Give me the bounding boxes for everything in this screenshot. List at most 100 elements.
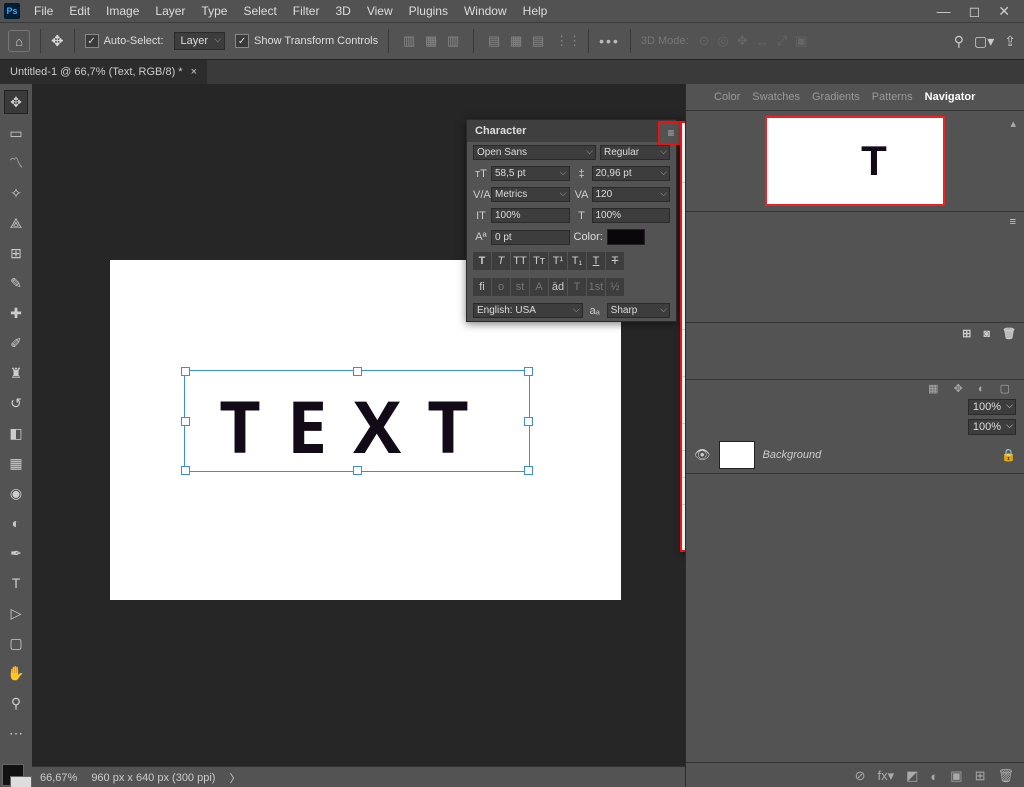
- character-panel[interactable]: Character» Open Sans Regular тT58,5 pt ‡…: [466, 119, 677, 322]
- titling-button[interactable]: T: [568, 278, 586, 296]
- zoom-tool[interactable]: ⚲: [5, 692, 27, 714]
- path-select-tool[interactable]: ▷: [5, 602, 27, 624]
- close-tab-icon[interactable]: ×: [191, 66, 197, 78]
- status-chevron-icon[interactable]: 〉: [229, 770, 240, 786]
- fractions-button[interactable]: ½: [606, 278, 624, 296]
- navigator-preview[interactable]: T ▴: [686, 111, 1024, 212]
- shape-tool[interactable]: ▢: [5, 632, 27, 654]
- background-color[interactable]: [10, 776, 32, 787]
- kerning-input[interactable]: Metrics: [491, 187, 570, 202]
- align-left-icon[interactable]: ▥: [399, 31, 419, 51]
- menu-item-superscript[interactable]: Superscript: [682, 286, 685, 306]
- new-layer-icon[interactable]: ⊞: [975, 768, 986, 784]
- marquee-tool[interactable]: ▭: [5, 122, 27, 144]
- layer-thumbnail[interactable]: [719, 441, 755, 469]
- show-transform-checkbox[interactable]: ✓Show Transform Controls: [235, 34, 378, 48]
- font-size-input[interactable]: 58,5 pt: [491, 166, 570, 181]
- workspace-icon[interactable]: ▢▾: [974, 33, 994, 50]
- lock-icon[interactable]: 🔒: [1001, 448, 1016, 462]
- antialiasing-select[interactable]: Sharp: [607, 303, 670, 318]
- 3d-pan-icon[interactable]: ✥: [737, 33, 748, 49]
- menu-select[interactable]: Select: [235, 4, 284, 18]
- window-close-icon[interactable]: ✕: [998, 3, 1010, 20]
- handle-top-right[interactable]: [524, 367, 533, 376]
- discretionary-lig-button[interactable]: st: [511, 278, 529, 296]
- align-vcenter-icon[interactable]: ▦: [506, 31, 526, 51]
- faux-italic-button[interactable]: T: [492, 252, 510, 270]
- trash-icon[interactable]: 🗑: [1002, 327, 1016, 340]
- auto-select-target[interactable]: Layer: [174, 32, 226, 50]
- leading-input[interactable]: 20,96 pt: [592, 166, 671, 181]
- menu-view[interactable]: View: [359, 4, 401, 18]
- menu-edit[interactable]: Edit: [61, 4, 98, 18]
- layer-mask-icon[interactable]: ◩: [906, 768, 918, 784]
- stylistic-alt-button[interactable]: ād: [549, 278, 567, 296]
- menu-item-change-text-orientation[interactable]: Change Text Orientation: [682, 125, 685, 145]
- layer-row-background[interactable]: 👁 Background 🔒: [686, 437, 1024, 473]
- 3d-orbit-icon[interactable]: ⊙: [699, 33, 710, 49]
- menu-item-strikethrough[interactable]: Strikethrough: [682, 353, 685, 373]
- move-tool[interactable]: ✥: [4, 90, 28, 114]
- canvas-area[interactable]: TEXT Character» Open Sans Regular тT58,5…: [32, 84, 685, 787]
- menu-item-subscript[interactable]: Subscript: [682, 306, 685, 326]
- eyedropper-tool[interactable]: ✎: [5, 272, 27, 294]
- language-select[interactable]: English: USA: [473, 303, 583, 318]
- triangle-icon[interactable]: ▴: [1010, 117, 1016, 130]
- visibility-icon[interactable]: 👁: [694, 447, 711, 463]
- menu-type[interactable]: Type: [193, 4, 235, 18]
- tab-navigator[interactable]: Navigator: [925, 91, 976, 103]
- camera-icon[interactable]: ◙: [983, 328, 990, 340]
- menu-filter[interactable]: Filter: [285, 4, 328, 18]
- menu-item-system-layout[interactable]: System Layout: [682, 400, 685, 420]
- menu-item-underline[interactable]: Underline: [682, 333, 685, 353]
- vscale-input[interactable]: 100%: [491, 208, 570, 223]
- layer-style-icon[interactable]: fx▾: [877, 768, 894, 784]
- menu-help[interactable]: Help: [515, 4, 556, 18]
- menu-item-close[interactable]: Close: [682, 508, 685, 528]
- font-style-select[interactable]: Regular: [600, 145, 670, 160]
- more-options-icon[interactable]: •••: [599, 33, 620, 49]
- menu-item-small-caps[interactable]: Small Caps: [682, 266, 685, 286]
- 3d-camera-icon[interactable]: ▣: [795, 33, 807, 49]
- swash-button[interactable]: A: [530, 278, 548, 296]
- brush-tool[interactable]: ✐: [5, 332, 27, 354]
- share-icon[interactable]: ⇪: [1004, 33, 1016, 50]
- tab-patterns[interactable]: Patterns: [872, 91, 913, 103]
- window-maximize-icon[interactable]: ◻: [969, 3, 981, 20]
- ligatures-button[interactable]: fi: [473, 278, 491, 296]
- gradient-tool[interactable]: ▦: [5, 452, 27, 474]
- hscale-input[interactable]: 100%: [592, 208, 671, 223]
- ordinals-button[interactable]: 1st: [587, 278, 605, 296]
- tab-swatches[interactable]: Swatches: [752, 91, 800, 103]
- pen-tool[interactable]: ✒: [5, 542, 27, 564]
- hand-tool[interactable]: ✋: [5, 662, 27, 684]
- dodge-tool[interactable]: ◐: [5, 512, 27, 534]
- handle-top-mid[interactable]: [353, 367, 362, 376]
- menu-image[interactable]: Image: [98, 4, 147, 18]
- history-brush-tool[interactable]: ↺: [5, 392, 27, 414]
- menu-window[interactable]: Window: [456, 4, 515, 18]
- menu-item-opentype[interactable]: OpenType: [682, 186, 685, 206]
- menu-3d[interactable]: 3D: [327, 4, 358, 18]
- menu-item-fractional-widths[interactable]: Fractional Widths: [682, 380, 685, 400]
- baseline-input[interactable]: 0 pt: [491, 230, 570, 245]
- opacity-input[interactable]: 100%: [968, 399, 1016, 415]
- handle-mid-left[interactable]: [181, 417, 190, 426]
- faux-bold-button[interactable]: T: [473, 252, 491, 270]
- distribute-icon[interactable]: ⋮⋮: [558, 31, 578, 51]
- transform-bounding-box[interactable]: TEXT: [184, 370, 530, 472]
- menu-item-reset-character[interactable]: Reset Character: [682, 481, 685, 501]
- superscript-button[interactable]: T¹: [549, 252, 567, 270]
- fill-input[interactable]: 100%: [968, 419, 1016, 435]
- align-top-icon[interactable]: ▤: [484, 31, 504, 51]
- eraser-tool[interactable]: ◧: [5, 422, 27, 444]
- type-tool[interactable]: T: [5, 572, 27, 594]
- lasso-tool[interactable]: 〽: [5, 152, 27, 174]
- search-icon[interactable]: ⚲: [954, 33, 964, 50]
- font-family-select[interactable]: Open Sans: [473, 145, 596, 160]
- lock-icons[interactable]: ▦ ✥ ◐ ▢: [928, 382, 1016, 395]
- text-color-swatch[interactable]: [607, 229, 645, 245]
- handle-top-left[interactable]: [181, 367, 190, 376]
- zoom-level[interactable]: 66,67%: [40, 772, 77, 784]
- underline-button[interactable]: T: [587, 252, 605, 270]
